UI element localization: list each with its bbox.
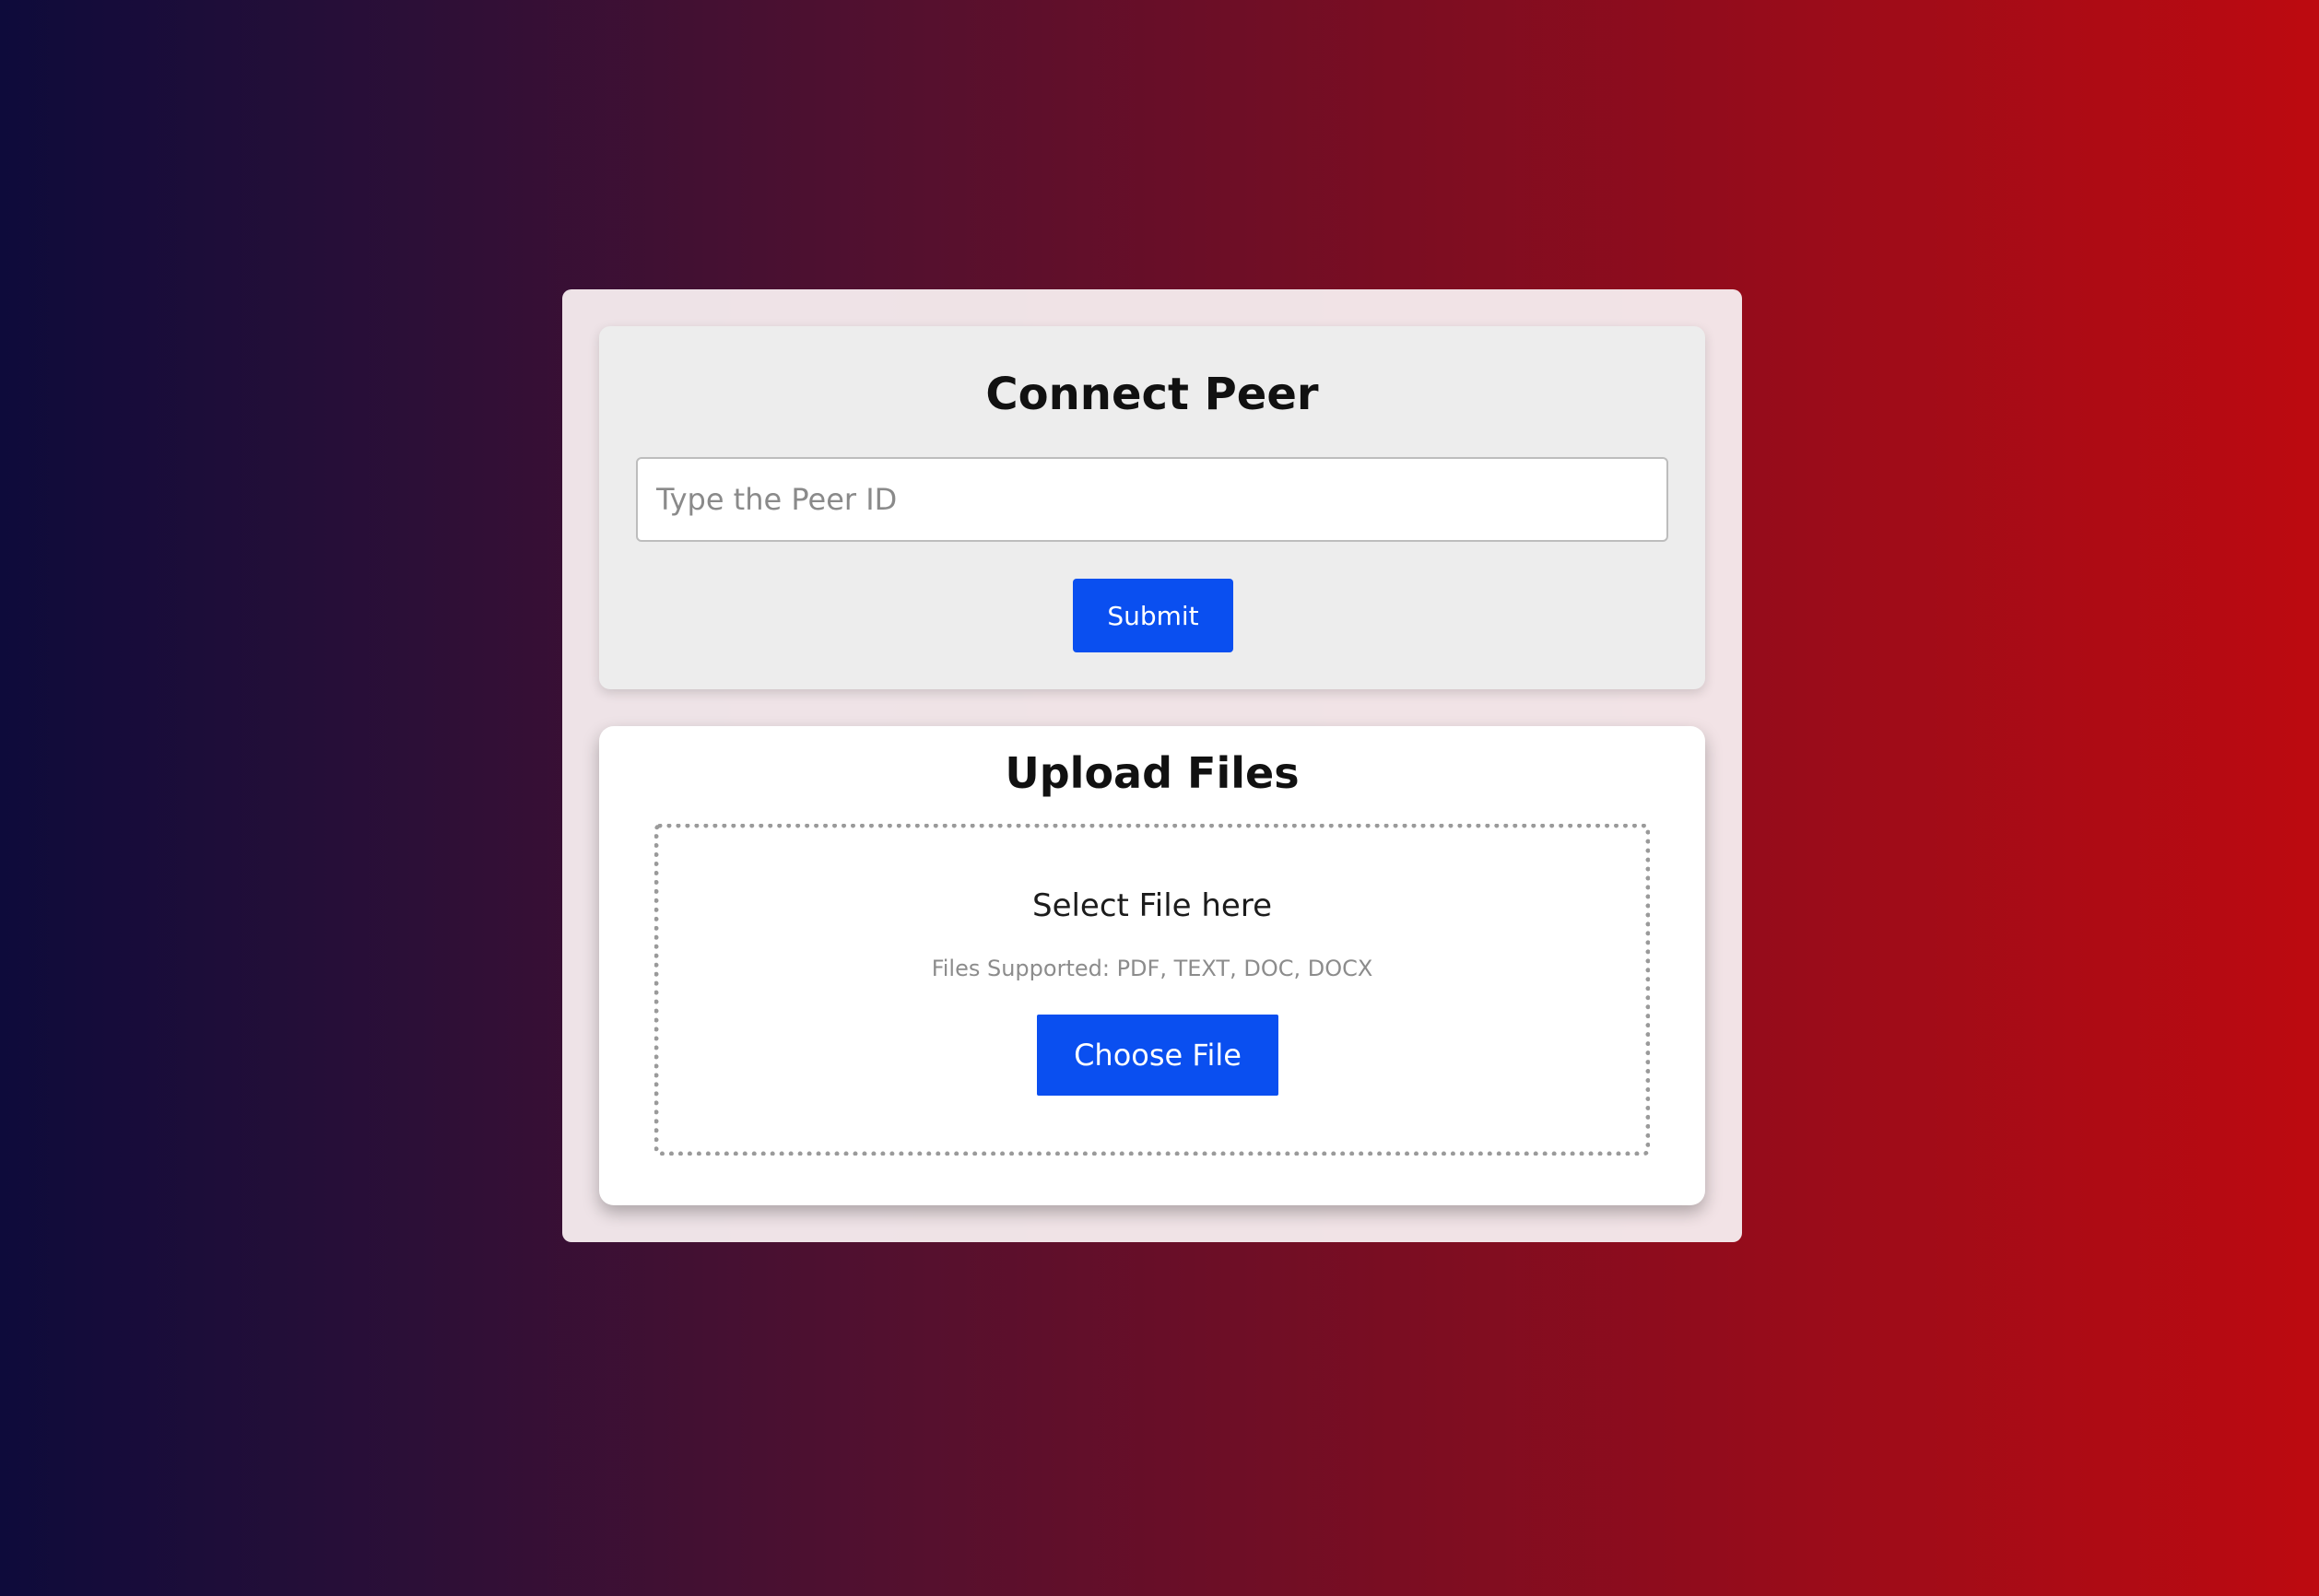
select-file-label: Select File here [1031,887,1272,924]
submit-button[interactable]: Submit [1073,579,1233,652]
main-container: Connect Peer Submit Upload Files Select … [562,289,1742,1242]
supported-formats-text: Files Supported: PDF, TEXT, DOC, DOCX [931,956,1373,981]
file-drop-zone[interactable]: Select File here Files Supported: PDF, T… [654,824,1650,1156]
peer-id-input[interactable] [636,457,1668,542]
connect-peer-title: Connect Peer [985,369,1319,420]
upload-files-title: Upload Files [1005,748,1300,798]
upload-files-card: Upload Files Select File here Files Supp… [599,726,1705,1205]
connect-peer-card: Connect Peer Submit [599,326,1705,689]
choose-file-button[interactable]: Choose File [1037,1015,1278,1096]
